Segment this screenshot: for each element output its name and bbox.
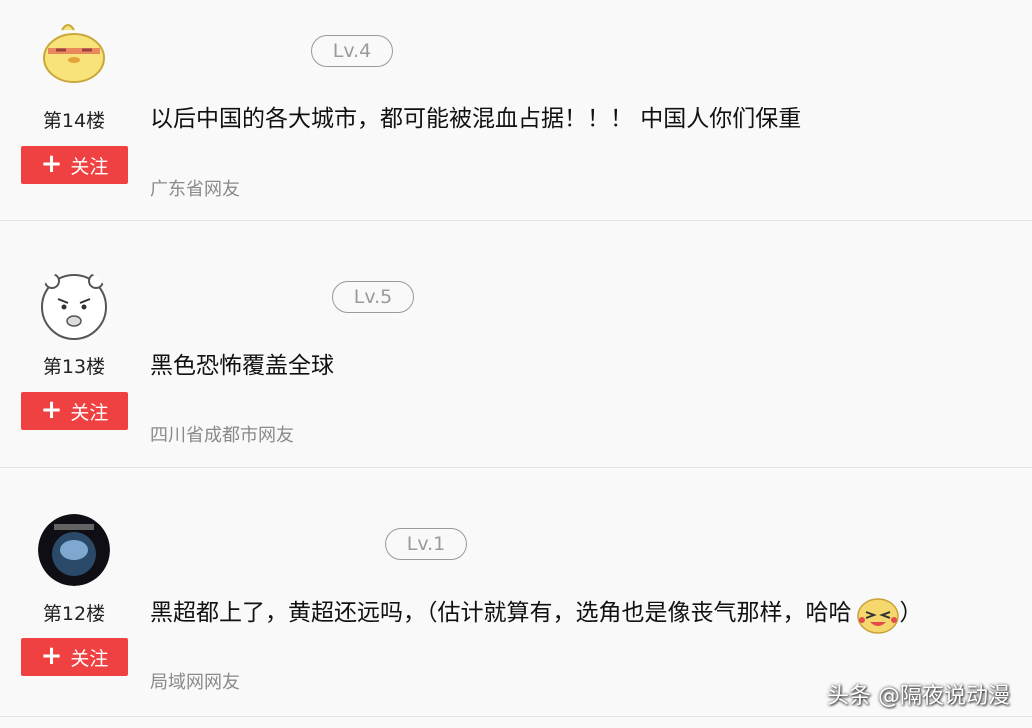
follow-button[interactable]: + 关注 xyxy=(21,146,128,184)
comment-text-row: 黑超都上了，黄超还远吗，（估计就算有，选角也是像丧气那样，哈哈 ） xyxy=(150,593,923,634)
location-text: 局域网网友 xyxy=(150,672,240,693)
comment-item: Lv.5 第13楼 黑色恐怖覆盖全球 + 关注 四川省成都市网友 xyxy=(0,247,1032,468)
floor-number: 第12楼 xyxy=(42,603,106,625)
plus-icon: + xyxy=(40,395,63,425)
location-text: 四川省成都市网友 xyxy=(150,425,294,446)
comment-text: 黑超都上了，黄超还远吗，（估计就算有，选角也是像丧气那样，哈哈 xyxy=(150,600,852,626)
follow-label: 关注 xyxy=(70,155,109,178)
level-badge: Lv.1 xyxy=(385,528,467,560)
masked-figure-avatar-icon xyxy=(38,514,110,586)
floor-number: 第13楼 xyxy=(42,356,106,378)
level-badge: Lv.4 xyxy=(311,35,393,67)
location-text: 广东省网友 xyxy=(150,179,240,200)
follow-button[interactable]: + 关注 xyxy=(21,392,128,430)
comment-text: 黑色恐怖覆盖全球 xyxy=(150,353,334,379)
white-bear-avatar-icon xyxy=(38,269,110,341)
plus-icon: + xyxy=(40,641,63,671)
avatar[interactable] xyxy=(38,269,110,341)
plus-icon: + xyxy=(40,149,63,179)
yellow-chick-avatar-icon xyxy=(38,16,110,88)
follow-label: 关注 xyxy=(70,647,109,670)
laughing-emoji-icon xyxy=(856,597,899,634)
follow-label: 关注 xyxy=(70,401,109,424)
watermark-text: 头条 @隔夜说动漫 xyxy=(827,684,1010,709)
avatar[interactable] xyxy=(38,514,110,586)
comment-text: 以后中国的各大城市，都可能被混血占据！！！ 中国人你们保重 xyxy=(150,106,802,132)
follow-button[interactable]: + 关注 xyxy=(21,638,128,676)
comment-item: Lv.4 第14楼 以后中国的各大城市，都可能被混血占据！！！ 中国人你们保重 … xyxy=(0,0,1032,221)
floor-number: 第14楼 xyxy=(42,110,106,132)
comment-text-tail: ） xyxy=(899,600,923,626)
level-badge: Lv.5 xyxy=(332,281,414,313)
avatar[interactable] xyxy=(38,16,110,88)
